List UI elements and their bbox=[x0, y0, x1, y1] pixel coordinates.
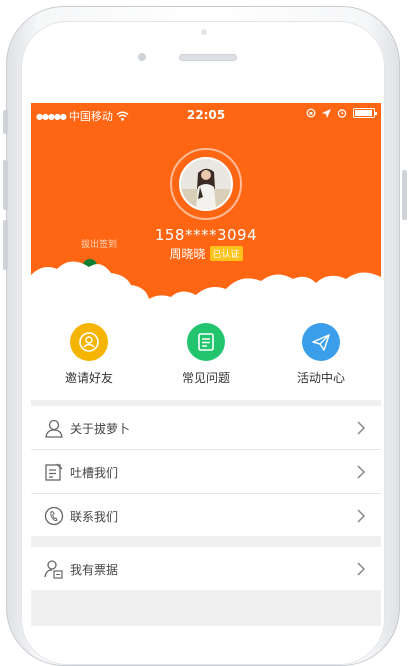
menu-item-label: 我有票据 bbox=[70, 563, 119, 577]
menu-item-about[interactable]: 关于拔萝卜 bbox=[31, 406, 381, 449]
invite-icon bbox=[70, 323, 108, 361]
quick-actions: 邀请好友 常见问题 活动中心 bbox=[31, 303, 381, 400]
chevron-right-icon bbox=[357, 509, 366, 523]
phone-icon bbox=[44, 506, 64, 526]
user-icon bbox=[45, 419, 63, 438]
proximity-sensor bbox=[201, 29, 207, 35]
menu-item-feedback[interactable]: 吐槽我们 bbox=[31, 450, 381, 493]
quick-action-label: 邀请好友 bbox=[64, 371, 113, 385]
location-arrow-icon bbox=[322, 108, 331, 118]
faq-icon bbox=[187, 323, 225, 361]
rotation-lock-icon bbox=[306, 108, 316, 118]
paper-plane-icon bbox=[302, 323, 340, 361]
chevron-right-icon bbox=[357, 421, 366, 435]
earpiece-speaker bbox=[179, 54, 237, 61]
volume-up-button bbox=[3, 160, 8, 210]
feedback-icon bbox=[45, 463, 63, 481]
menu-item-contact[interactable]: 联系我们 bbox=[31, 494, 381, 537]
signin-label: 拔出签到 bbox=[81, 240, 118, 250]
avatar-ring[interactable] bbox=[170, 148, 242, 220]
alarm-icon bbox=[337, 109, 347, 118]
quick-invite-friends[interactable]: 邀请好友 bbox=[39, 323, 139, 386]
avatar[interactable] bbox=[179, 157, 233, 211]
ticket-user-icon bbox=[44, 560, 63, 579]
app-screen: ●●●●● 中国移动 22:05 158****3094 周晓晓 已认证 拔出签… bbox=[31, 103, 381, 626]
battery-icon bbox=[353, 108, 377, 118]
menu-list-main: 关于拔萝卜 吐槽我们 联系我们 bbox=[31, 406, 381, 536]
front-camera bbox=[138, 53, 146, 61]
profile-header: ●●●●● 中国移动 22:05 158****3094 周晓晓 已认证 拔出签… bbox=[31, 103, 381, 333]
menu-item-label: 吐槽我们 bbox=[70, 466, 119, 480]
menu-item-tickets[interactable]: 我有票据 bbox=[31, 547, 381, 590]
power-button bbox=[402, 170, 407, 220]
volume-down-button bbox=[3, 220, 8, 270]
menu-list-tickets: 我有票据 bbox=[31, 547, 381, 590]
quick-action-label: 常见问题 bbox=[181, 371, 230, 385]
chevron-right-icon bbox=[357, 562, 366, 576]
quick-activity-center[interactable]: 活动中心 bbox=[271, 323, 371, 386]
quick-action-label: 活动中心 bbox=[296, 371, 345, 385]
avatar-photo bbox=[181, 159, 231, 209]
quick-faq[interactable]: 常见问题 bbox=[156, 323, 256, 386]
status-bar: ●●●●● 中国移动 22:05 bbox=[31, 103, 381, 125]
chevron-right-icon bbox=[357, 465, 366, 479]
menu-item-label: 关于拔萝卜 bbox=[70, 422, 131, 436]
menu-item-label: 联系我们 bbox=[70, 510, 119, 524]
mute-switch bbox=[3, 110, 8, 134]
